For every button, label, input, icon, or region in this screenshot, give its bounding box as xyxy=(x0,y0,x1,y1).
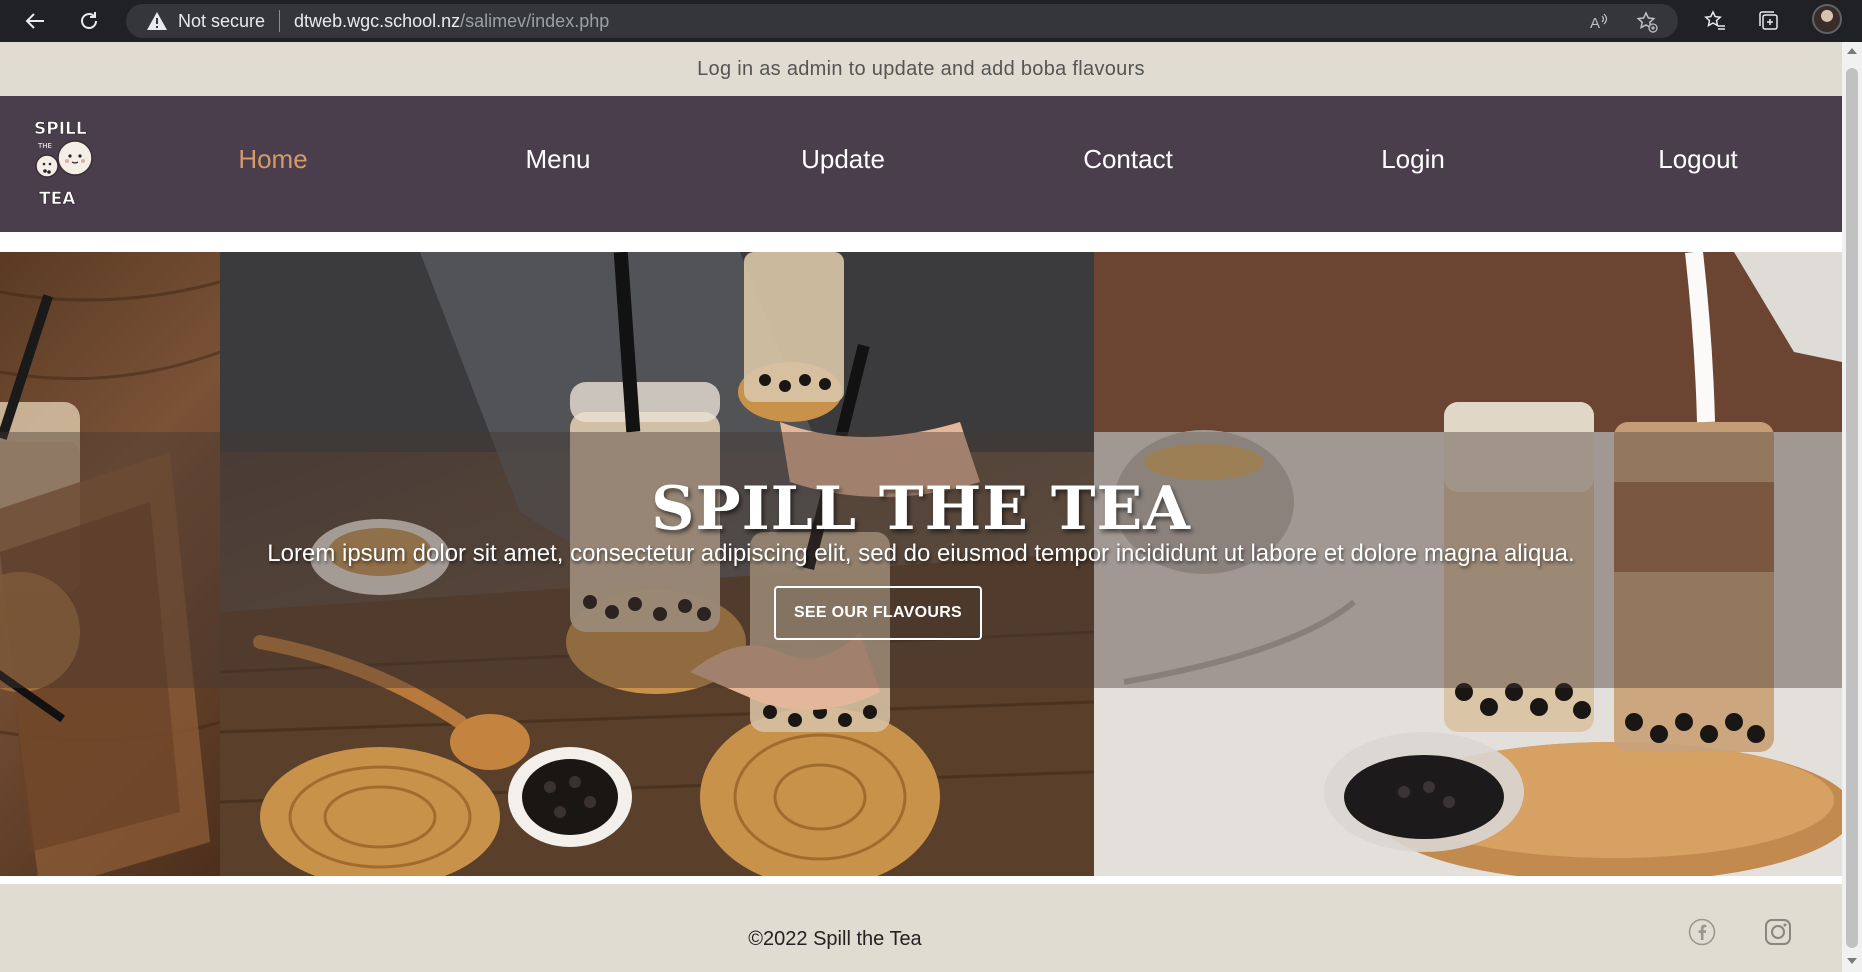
nav-logout[interactable]: Logout xyxy=(1658,144,1738,175)
spill-the-tea-logo[interactable]: SPILL THE TEA xyxy=(30,114,108,210)
nav-menu[interactable]: Menu xyxy=(525,144,590,175)
svg-text:A: A xyxy=(1590,15,1600,32)
nav-contact[interactable]: Contact xyxy=(1083,144,1173,175)
facebook-icon[interactable] xyxy=(1688,918,1716,946)
url-host: dtweb.wgc.school.nz xyxy=(294,10,461,31)
address-bar[interactable]: Not secure dtweb.wgc.school.nz/salimev/i… xyxy=(126,4,1678,38)
nav-login[interactable]: Login xyxy=(1381,144,1445,175)
profile-avatar[interactable] xyxy=(1812,4,1842,34)
scroll-up-arrow-icon[interactable] xyxy=(1847,48,1857,54)
read-aloud-icon[interactable]: A xyxy=(1586,10,1612,34)
scroll-down-arrow-icon[interactable] xyxy=(1847,958,1857,964)
nav-update[interactable]: Update xyxy=(801,144,885,175)
admin-notice-bar: Log in as admin to update and add boba f… xyxy=(0,42,1842,96)
hero-title: SPILL THE TEA xyxy=(651,474,1191,544)
see-our-flavours-button[interactable]: SEE OUR FLAVOURS xyxy=(774,586,982,640)
favorites-icon[interactable] xyxy=(1698,4,1732,38)
page-scrollbar[interactable] xyxy=(1842,42,1862,972)
logo-line3: TEA xyxy=(39,189,76,209)
back-arrow-icon[interactable] xyxy=(18,4,52,38)
reload-icon[interactable] xyxy=(72,4,106,38)
instagram-icon[interactable] xyxy=(1764,918,1792,946)
address-divider xyxy=(279,10,281,32)
warning-icon xyxy=(147,12,167,30)
url-path: /salimev/index.php xyxy=(460,10,610,31)
nav-home[interactable]: Home xyxy=(238,144,307,175)
logo-line2: THE xyxy=(37,142,52,150)
scroll-thumb[interactable] xyxy=(1846,68,1858,948)
not-secure-label[interactable]: Not secure xyxy=(178,11,265,32)
favorite-add-icon[interactable] xyxy=(1634,10,1660,34)
browser-toolbar: Not secure dtweb.wgc.school.nz/salimev/i… xyxy=(0,0,1862,42)
main-navbar: SPILL THE TEA Home Menu Update Contact L… xyxy=(0,96,1842,232)
collections-icon[interactable] xyxy=(1752,4,1786,38)
page-footer: ©2022 Spill the Tea xyxy=(0,884,1842,972)
admin-notice-text: Log in as admin to update and add boba f… xyxy=(697,57,1145,80)
logo-line1: SPILL xyxy=(34,119,87,139)
hero-subtitle: Lorem ipsum dolor sit amet, consectetur … xyxy=(267,540,1575,567)
web-page: Log in as admin to update and add boba f… xyxy=(0,42,1842,972)
footer-copyright: ©2022 Spill the Tea xyxy=(748,928,922,950)
hero-section: SPILL THE TEA Lorem ipsum dolor sit amet… xyxy=(0,252,1842,876)
